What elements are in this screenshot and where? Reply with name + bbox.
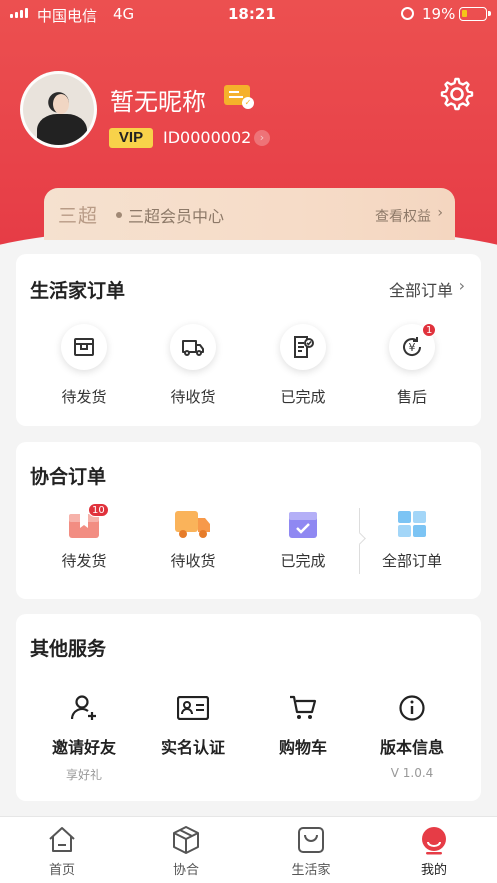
battery-icon [459,7,491,21]
carrier: 中国电信 [37,7,98,25]
tab-home[interactable]: 首页 [12,817,112,883]
gear-icon[interactable] [439,76,475,112]
truck-icon [175,511,210,538]
user-id: ID0000002 [163,128,252,147]
avatar[interactable] [20,71,97,148]
member-center-banner[interactable]: 三超 三超会员中心 查看权益 › [44,188,455,240]
version-number: V 1.0.4 [390,766,434,780]
life-orders-card: 生活家订单 全部订单 › 待发货 待收货 已完成 ¥ 1 售后 [16,254,481,426]
coop-orders-card: 协合订单 10 待发货 待收货 已完成 全部订单 [16,442,481,599]
coop-order-all[interactable]: 全部订单 [362,508,462,578]
coop-orders-title: 协合订单 [30,466,107,488]
info-icon [399,695,425,721]
shopping-cart-button[interactable]: 购物车 [253,694,353,784]
real-name-auth-button[interactable]: 实名认证 [143,694,243,784]
battery-percent: 19% [422,5,456,23]
coop-order-completed[interactable]: 已完成 [253,508,353,578]
add-user-icon [71,695,96,720]
cart-icon [290,695,317,719]
verified-card-icon [224,85,254,109]
bottom-tab-bar: 首页 协合 生活家 我的 [0,816,497,883]
other-services-card: 其他服务 邀请好友 享好礼 实名认证 购物车 版本信息 V 1.0.4 [16,614,481,801]
profile-header: 中国电信 4G 18:21 19% 暂无昵称 VIP ID0000002 › 三… [0,0,497,265]
view-benefits-link[interactable]: 查看权益 [375,206,431,226]
box-icon [61,324,107,370]
life-order-after-sale[interactable]: ¥ 1 售后 [362,323,462,414]
life-order-completed[interactable]: 已完成 [253,324,353,414]
nickname[interactable]: 暂无昵称 [110,82,206,117]
done-doc-icon [280,324,326,370]
after-sale-count-badge: 1 [422,323,437,337]
bag-icon [298,827,324,853]
life-order-pending-receive[interactable]: 待收货 [143,324,243,414]
signal-icon [10,8,28,18]
coop-order-pending-ship[interactable]: 10 待发货 [34,503,134,578]
life-orders-view-all[interactable]: 全部订单 [389,277,453,301]
version-info-button[interactable]: 版本信息 V 1.0.4 [362,694,462,784]
id-card-icon [177,696,209,720]
chevron-right-icon: › [458,276,465,295]
life-orders-title: 生活家订单 [30,280,126,302]
svg-text:¥: ¥ [409,341,416,354]
invite-friends-button[interactable]: 邀请好友 享好礼 [34,694,134,784]
network-type: 4G [113,5,135,23]
home-icon [49,827,75,852]
tab-life[interactable]: 生活家 [261,817,361,883]
member-center-title: 三超会员中心 [128,207,225,226]
truck-icon [170,324,216,370]
tab-cooperation[interactable]: 协合 [136,817,236,883]
tab-me[interactable]: 我的 [384,817,484,883]
status-bar: 中国电信 4G 18:21 19% [0,0,497,28]
cube-icon [173,826,199,854]
rotation-lock-icon [401,7,414,20]
other-services-title: 其他服务 [30,638,107,660]
coop-order-pending-receive[interactable]: 待收货 [143,508,243,578]
checked-box-icon [289,512,317,538]
pending-ship-count-badge: 10 [88,503,109,517]
chevron-right-icon: › [437,205,443,221]
clock: 18:21 [228,5,276,23]
member-logo: 三超 [58,205,99,227]
windows-grid-icon [398,511,426,537]
chevron-right-icon[interactable]: › [254,130,270,146]
me-icon [422,827,446,855]
vip-badge: VIP [109,128,153,148]
invite-subtext: 享好礼 [65,768,102,782]
life-order-pending-ship[interactable]: 待发货 [34,324,134,414]
